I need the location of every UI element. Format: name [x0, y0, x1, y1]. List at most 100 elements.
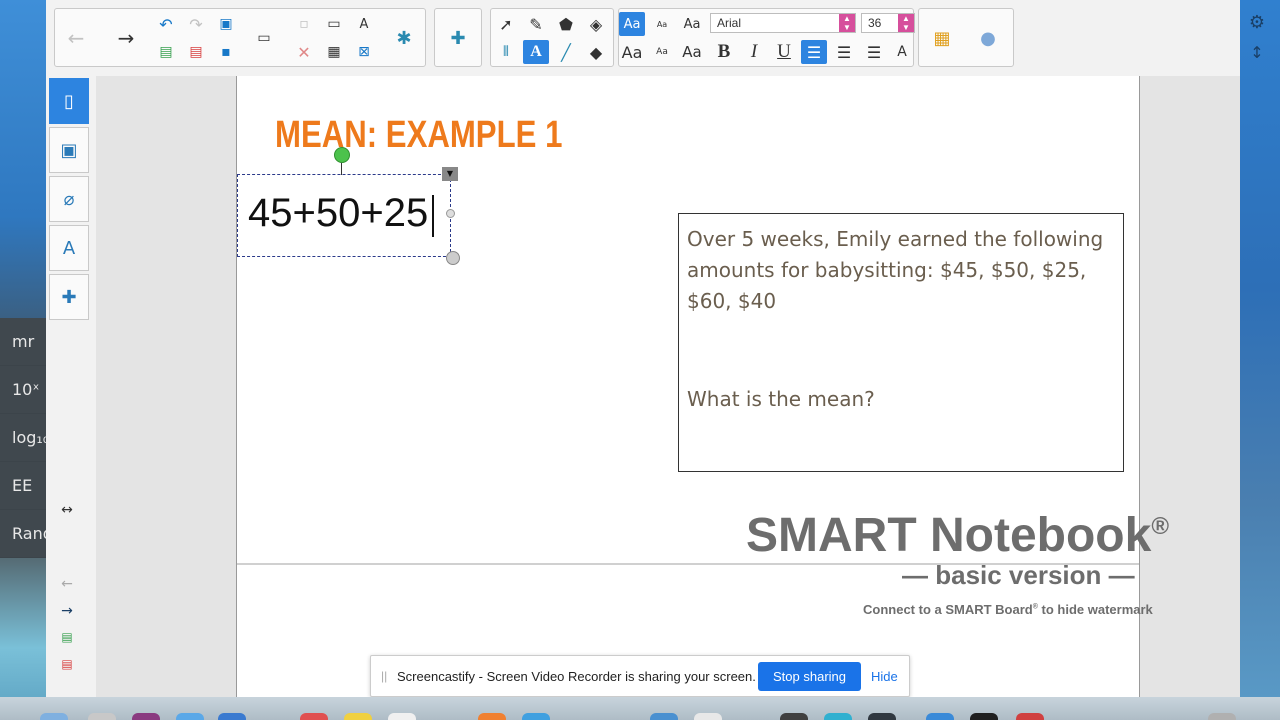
sidebar-back-icon[interactable]: ←: [58, 576, 76, 594]
toolbar-group-color: ▦ ●: [918, 8, 1014, 67]
registered-mark: ®: [1151, 513, 1169, 540]
dock-app-icon[interactable]: [522, 713, 550, 720]
line-icon[interactable]: ╱: [553, 40, 579, 64]
expression-text[interactable]: 45+50+25: [248, 191, 428, 236]
text-style-6[interactable]: Aa: [679, 40, 705, 64]
calc-key-10x[interactable]: 10ˣ: [0, 366, 46, 414]
text-style-label: Aa: [682, 43, 702, 61]
calc-key-label: EE: [12, 476, 33, 495]
save-icon[interactable]: ▪: [213, 40, 239, 64]
dock-app-icon[interactable]: [926, 713, 954, 720]
puzzle-icon: ✚: [61, 286, 77, 308]
redo-icon[interactable]: ↷: [183, 12, 209, 36]
align-center-icon[interactable]: ☰: [831, 40, 857, 64]
page-sorter-tab[interactable]: ▯: [49, 78, 89, 124]
text-recognition-icon[interactable]: A: [351, 12, 377, 36]
addons-icon[interactable]: ✱: [391, 26, 417, 50]
text-style-2[interactable]: Aa: [649, 12, 675, 36]
dock-app-icon[interactable]: [780, 713, 808, 720]
text-more-icon[interactable]: A: [889, 40, 915, 64]
width-handle[interactable]: [446, 209, 455, 218]
dock-safari-icon[interactable]: [176, 713, 204, 720]
dock-app-icon[interactable]: [218, 713, 246, 720]
text-tool-icon[interactable]: A: [523, 40, 549, 64]
open-file-icon[interactable]: ▣: [213, 12, 239, 36]
shape-icon[interactable]: ⬟: [553, 12, 579, 36]
paste-icon[interactable]: ▫: [291, 12, 317, 36]
font-family-value: Arial: [717, 16, 742, 30]
fullscreen-icon[interactable]: ⊠: [351, 40, 377, 64]
addons-tab[interactable]: ✚: [49, 274, 89, 320]
color-palette-icon[interactable]: ▦: [929, 26, 955, 50]
resize-handle[interactable]: [446, 251, 460, 265]
text-style-1[interactable]: Aa: [619, 12, 645, 36]
problem-box[interactable]: Over 5 weeks, Emily earned the following…: [678, 213, 1124, 472]
puzzle-icon[interactable]: ✚: [445, 26, 471, 50]
undo-icon[interactable]: ↶: [153, 12, 179, 36]
text-style-5[interactable]: Aa: [649, 40, 675, 64]
text-style-3[interactable]: Aa: [679, 12, 705, 36]
fill-effects-icon[interactable]: ●: [975, 26, 1001, 50]
watermark-subtitle: — basic version —: [902, 560, 1135, 590]
select-arrow-icon[interactable]: ➚: [493, 12, 519, 36]
forward-arrow-icon[interactable]: →: [113, 26, 139, 50]
eraser-icon[interactable]: ◆: [583, 40, 609, 64]
screen-shade-icon[interactable]: ▭: [321, 12, 347, 36]
dock-app-icon[interactable]: [694, 713, 722, 720]
calc-key-label: 10ˣ: [12, 380, 40, 399]
object-menu-arrow-icon[interactable]: ▼: [442, 167, 458, 181]
rotate-handle[interactable]: [334, 147, 350, 163]
delete-icon[interactable]: ✕: [291, 40, 317, 64]
hide-button[interactable]: Hide: [871, 669, 898, 684]
dock-app-icon[interactable]: [478, 713, 506, 720]
selected-text-object[interactable]: ▼ 45+50+25: [237, 147, 460, 265]
font-size-select[interactable]: 36 ▲ ▼: [861, 13, 915, 33]
properties-tab[interactable]: A: [49, 225, 89, 271]
calc-key-mr[interactable]: mr: [0, 318, 46, 366]
watermark: SMART Notebook®: [746, 508, 1169, 563]
dock-trash-icon[interactable]: [1208, 713, 1236, 720]
left-sidebar: ▯ ▣ ⌀ A ✚ ↔ ← → ▤ ▤: [46, 76, 96, 697]
dock-app-icon[interactable]: [650, 713, 678, 720]
font-family-select[interactable]: Arial ▲ ▼: [710, 13, 856, 33]
pen-icon[interactable]: ✎: [523, 12, 549, 36]
align-left-icon[interactable]: ☰: [801, 40, 827, 64]
add-page-icon[interactable]: ▤: [153, 40, 179, 64]
align-right-icon[interactable]: ☰: [861, 40, 887, 64]
dock-app-icon[interactable]: [300, 713, 328, 720]
text-style-4[interactable]: Aa: [619, 40, 645, 64]
sidebar-swap-icon[interactable]: ↔: [58, 502, 76, 520]
gallery-tab[interactable]: ▣: [49, 127, 89, 173]
table-icon[interactable]: ▦: [321, 40, 347, 64]
underline-button[interactable]: U: [771, 40, 797, 64]
dock-launchpad-icon[interactable]: [88, 713, 116, 720]
dock-app-icon[interactable]: [1016, 713, 1044, 720]
sidebar-forward-icon[interactable]: →: [58, 603, 76, 621]
calc-key-rand[interactable]: Rand: [0, 510, 46, 558]
dock-app-icon[interactable]: [970, 713, 998, 720]
dock-app-icon[interactable]: [132, 713, 160, 720]
font-size-arrow-icon: ▲ ▼: [898, 14, 914, 32]
calc-key-ee[interactable]: EE: [0, 462, 46, 510]
attachments-tab[interactable]: ⌀: [49, 176, 89, 222]
page-title: MEAN: EXAMPLE 1: [275, 114, 563, 156]
dock-app-icon[interactable]: [824, 713, 852, 720]
back-arrow-icon[interactable]: ←: [63, 26, 89, 50]
sidebar-add-page-icon[interactable]: ▤: [58, 630, 76, 648]
dock-finder-icon[interactable]: [40, 713, 68, 720]
fill-icon[interactable]: ◈: [583, 12, 609, 36]
dock-app-icon[interactable]: [388, 713, 416, 720]
measure-icon[interactable]: ⫴: [493, 40, 519, 64]
dock-notes-icon[interactable]: [344, 713, 372, 720]
dock-app-icon[interactable]: [868, 713, 896, 720]
screen-capture-icon[interactable]: ▭: [251, 26, 277, 50]
sidebar-delete-page-icon[interactable]: ▤: [58, 657, 76, 675]
stop-sharing-button[interactable]: Stop sharing: [758, 662, 861, 691]
bold-button[interactable]: B: [711, 40, 737, 64]
toolbar-position-icon[interactable]: ↕: [1244, 40, 1270, 64]
drag-grip-icon[interactable]: ||: [381, 669, 387, 683]
settings-gear-icon[interactable]: ⚙: [1244, 10, 1270, 34]
delete-page-icon[interactable]: ▤: [183, 40, 209, 64]
calc-key-log[interactable]: log₁₀: [0, 414, 46, 462]
italic-button[interactable]: I: [741, 40, 767, 64]
